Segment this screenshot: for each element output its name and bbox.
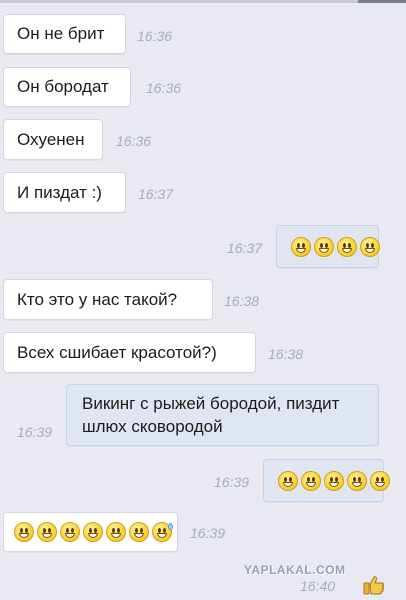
grinning-smiley-icon	[324, 470, 344, 491]
message-timestamp: 16:39	[17, 424, 53, 440]
message-text: Викинг с рыжей бородой, пиздит шлюх сков…	[82, 392, 339, 438]
grinning-smiley-icon	[360, 236, 380, 257]
message-bubble-outgoing[interactable]	[276, 225, 380, 268]
grinning-smiley-icon	[337, 236, 357, 257]
message-text: И пиздат :)	[17, 182, 102, 202]
message-timestamp: 16:39	[190, 525, 226, 541]
grinning-smiley-icon	[314, 236, 334, 257]
message-text: Охуенен	[17, 129, 85, 149]
message-bubble-outgoing[interactable]: Викинг с рыжей бородой, пиздит шлюх сков…	[66, 384, 379, 446]
emoji-row	[14, 522, 173, 542]
thumbs-up-icon[interactable]	[363, 575, 385, 595]
message-timestamp: 16:36	[146, 80, 182, 96]
message-timestamp: 16:39	[214, 474, 250, 490]
grinning-smiley-icon	[278, 470, 298, 491]
message-text-line: шлюх сковородой	[82, 417, 223, 436]
message-text-line: Викинг с рыжей бородой, пиздит	[82, 394, 340, 413]
chat-thread: Он не брит 16:36 Он бородат 16:36 Охуене…	[0, 0, 406, 600]
message-timestamp: 16:37	[138, 186, 174, 202]
grinning-smiley-icon	[37, 522, 57, 542]
message-timestamp: 16:36	[137, 28, 173, 44]
grinning-smiley-icon	[129, 522, 149, 542]
message-text: Он бородат	[17, 77, 109, 96]
message-text: Он не брит	[17, 24, 105, 43]
message-timestamp: 16:38	[268, 346, 304, 362]
message-bubble-incoming[interactable]: И пиздат :)	[3, 172, 126, 213]
message-bubble-incoming[interactable]	[3, 512, 178, 552]
message-timestamp: 16:36	[116, 133, 152, 149]
top-divider	[0, 0, 406, 3]
message-text: Всех сшибает красотой?)	[17, 342, 217, 362]
grinning-smiley-icon	[14, 522, 34, 542]
message-bubble-incoming[interactable]: Кто это у нас такой?	[3, 279, 213, 320]
watermark: YAPLAKAL.COM	[244, 563, 346, 577]
grinning-smiley-icon	[106, 522, 126, 542]
grinning-smiley-icon	[291, 236, 311, 257]
message-timestamp: 16:40	[300, 578, 336, 594]
message-bubble-incoming[interactable]: Он бородат	[3, 67, 131, 107]
message-timestamp: 16:37	[227, 240, 263, 256]
sweat-smile-icon	[152, 522, 173, 542]
grinning-smiley-icon	[370, 470, 390, 491]
grinning-smiley-icon	[60, 522, 80, 542]
grinning-smiley-icon	[347, 470, 367, 491]
emoji-row	[278, 470, 390, 491]
message-bubble-incoming[interactable]: Он не брит	[3, 14, 126, 54]
emoji-row	[291, 236, 380, 257]
message-timestamp: 16:38	[224, 293, 260, 309]
grinning-smiley-icon	[83, 522, 103, 542]
message-bubble-incoming[interactable]: Всех сшибает красотой?)	[3, 332, 256, 373]
message-bubble-incoming[interactable]: Охуенен	[3, 119, 103, 160]
grinning-smiley-icon	[301, 470, 321, 491]
message-bubble-outgoing[interactable]	[263, 459, 390, 502]
message-text: Кто это у нас такой?	[17, 289, 178, 309]
